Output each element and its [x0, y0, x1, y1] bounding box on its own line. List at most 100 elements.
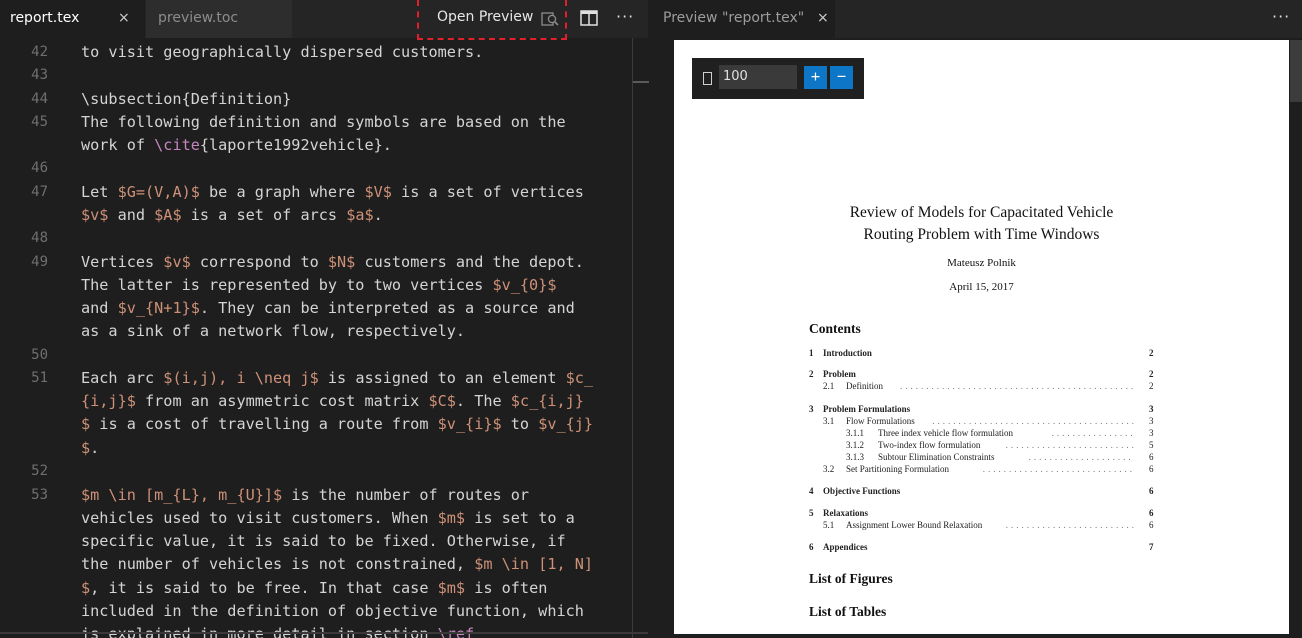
tab-preview-toc[interactable]: preview.toc: [146, 0, 292, 38]
tab-preview-report[interactable]: Preview "report.tex" ×: [650, 0, 835, 38]
toc-title: Relaxations: [823, 508, 868, 518]
toc-page-number: 2: [1149, 369, 1154, 379]
open-preview-button[interactable]: Open Preview: [417, 0, 567, 40]
toc-entry[interactable]: 1 Introduction 2: [674, 347, 1289, 359]
toc-entry[interactable]: 6 Appendices 7: [674, 541, 1289, 553]
text-token: is assigned to an element: [318, 369, 566, 387]
horizontal-scrollbar[interactable]: [0, 632, 648, 634]
text-token: and: [108, 206, 155, 224]
code-line[interactable]: is explained in more detail in section \…: [81, 624, 474, 638]
code-line[interactable]: vehicles used to visit customers. When $…: [81, 508, 575, 528]
close-icon[interactable]: ×: [817, 0, 829, 36]
line-number: 45: [31, 114, 48, 130]
toc-page-number: 2: [1149, 381, 1154, 391]
document-date: April 15, 2017: [949, 281, 1014, 293]
code-line[interactable]: The latter is represented by to two vert…: [81, 275, 556, 295]
toc-entry[interactable]: 2 Problem 2: [674, 368, 1289, 380]
text-token: \subsection: [81, 90, 182, 108]
preview-scrollbar[interactable]: [1290, 40, 1302, 102]
line-number-gutter: 42 43 44 45 46 47 48 49 50 51 52 53: [0, 38, 64, 638]
toc-number: 3.1.2: [846, 440, 864, 450]
toc-entry[interactable]: 3.1.2 Two-index flow formulation.........…: [674, 439, 1289, 451]
split-editor-icon[interactable]: [580, 10, 598, 26]
toc-leader-dots: ........................................…: [1005, 440, 1134, 450]
toc-page-number: 6: [1149, 508, 1154, 518]
pdf-page: 100 + − Review of Models for Capacitated…: [674, 40, 1289, 634]
scrollbar-indicator[interactable]: [633, 81, 649, 83]
toc-page-number: 6: [1149, 452, 1154, 462]
toc-entry[interactable]: 3.2 Set Partitioning Formulation.........…: [674, 463, 1289, 475]
text-token: specific value, it is said to be fixed. …: [81, 532, 566, 550]
toc-entry[interactable]: 2.1 Definition...........................…: [674, 380, 1289, 392]
code-line[interactable]: Vertices $v$ correspond to $N$ customers…: [81, 252, 584, 272]
line-number: 44: [31, 91, 48, 107]
math-token: $c_{i,j}: [510, 392, 584, 410]
editor-tab-bar: report.tex × preview.toc Open Preview ··…: [0, 0, 648, 40]
text-token: to visit geographically dispersed custom…: [81, 43, 484, 61]
code-line[interactable]: and $v_{N+1}$. They can be interpreted a…: [81, 298, 575, 318]
math-token: $m$: [437, 509, 466, 527]
code-line[interactable]: $, it is said to be free. In that case $…: [81, 578, 547, 598]
more-actions-icon[interactable]: ···: [1272, 0, 1290, 34]
toc-title: Appendices: [823, 542, 868, 552]
line-number: 51: [31, 370, 48, 386]
page-icon: [703, 72, 712, 85]
toc-leader-dots: ........................................…: [1028, 452, 1134, 462]
toc-entry[interactable]: 4 Objective Functions 6: [674, 485, 1289, 497]
code-line[interactable]: Let $G=(V,A)$ be a graph where $V$ is a …: [81, 182, 584, 202]
toc-title: Objective Functions: [823, 486, 901, 496]
toc-entry[interactable]: 5 Relaxations 6: [674, 507, 1289, 519]
code-line[interactable]: as a sink of a network flow, respectivel…: [81, 321, 465, 341]
code-area[interactable]: to visit geographically dispersed custom…: [81, 38, 631, 638]
code-line[interactable]: The following definition and symbols are…: [81, 112, 566, 132]
code-line[interactable]: included in the definition of objective …: [81, 601, 584, 621]
zoom-in-button[interactable]: +: [804, 66, 827, 89]
code-line[interactable]: $ is a cost of travelling a route from $…: [81, 414, 593, 434]
code-line[interactable]: $m \in [m_{L}, m_{U}]$ is the number of …: [81, 485, 529, 505]
toc-title: Problem: [823, 369, 856, 379]
list-of-figures-heading: List of Figures: [809, 571, 893, 586]
more-actions-icon[interactable]: ···: [616, 0, 634, 34]
toc-entry[interactable]: 3 Problem Formulations 3: [674, 403, 1289, 415]
text-token: is set to a: [465, 509, 575, 527]
line-number: 42: [31, 44, 48, 60]
toc-entry[interactable]: 3.1.3 Subtour Elimination Constraints....…: [674, 451, 1289, 463]
zoom-input[interactable]: 100: [719, 65, 797, 89]
code-line[interactable]: $v$ and $A$ is a set of arcs $a$.: [81, 205, 383, 225]
text-token: is a set of vertices: [391, 183, 584, 201]
tab-report-tex[interactable]: report.tex ×: [0, 0, 145, 38]
math-token: $A$: [154, 206, 182, 224]
toc-entry[interactable]: 3.1.1 Three index vehicle flow formulatio…: [674, 427, 1289, 439]
close-icon[interactable]: ×: [118, 0, 130, 36]
contents-heading: Contents: [809, 321, 861, 336]
toc-number: 5: [809, 508, 814, 518]
code-line[interactable]: to visit geographically dispersed custom…: [81, 42, 483, 62]
math-token: $C$: [428, 392, 456, 410]
text-token: is often: [465, 579, 548, 597]
code-line[interactable]: specific value, it is said to be fixed. …: [81, 531, 566, 551]
toc-leader-dots: ........................................…: [932, 416, 1134, 426]
command-token: \cite: [154, 136, 200, 154]
title-line: Routing Problem with Time Windows: [863, 226, 1100, 243]
code-line[interactable]: $.: [81, 438, 99, 458]
toc-entry[interactable]: 3.1 Flow Formulations....................…: [674, 415, 1289, 427]
tab-label: preview.toc: [158, 10, 239, 26]
toc-title: Problem Formulations: [823, 404, 911, 414]
zoom-out-button[interactable]: −: [830, 66, 853, 89]
text-token: be a graph where: [199, 183, 365, 201]
text-token: .: [90, 439, 100, 457]
code-line[interactable]: {i,j}$ from an asymmetric cost matrix $C…: [81, 391, 584, 411]
math-token: $(i,j), i \neq j$: [163, 369, 319, 387]
code-line[interactable]: work of \cite{laporte1992vehicle}.: [81, 135, 392, 155]
text-token: is the number of routes or: [282, 486, 530, 504]
code-line[interactable]: \subsection{Definition}: [81, 89, 291, 109]
code-line[interactable]: Each arc $(i,j), i \neq j$ is assigned t…: [81, 368, 593, 388]
text-token: . They can be interpreted as a source an…: [199, 299, 575, 317]
text-token: the number of vehicles is not constraine…: [81, 555, 475, 573]
toc-entry[interactable]: 5.1 Assignment Lower Bound Relaxation....…: [674, 519, 1289, 531]
document-title: Review of Models for Capacitated Vehicle…: [674, 202, 1289, 246]
math-token: $N$: [327, 253, 356, 271]
math-token: $c_: [565, 369, 594, 387]
code-line[interactable]: the number of vehicles is not constraine…: [81, 554, 593, 574]
line-number: 49: [31, 254, 48, 270]
